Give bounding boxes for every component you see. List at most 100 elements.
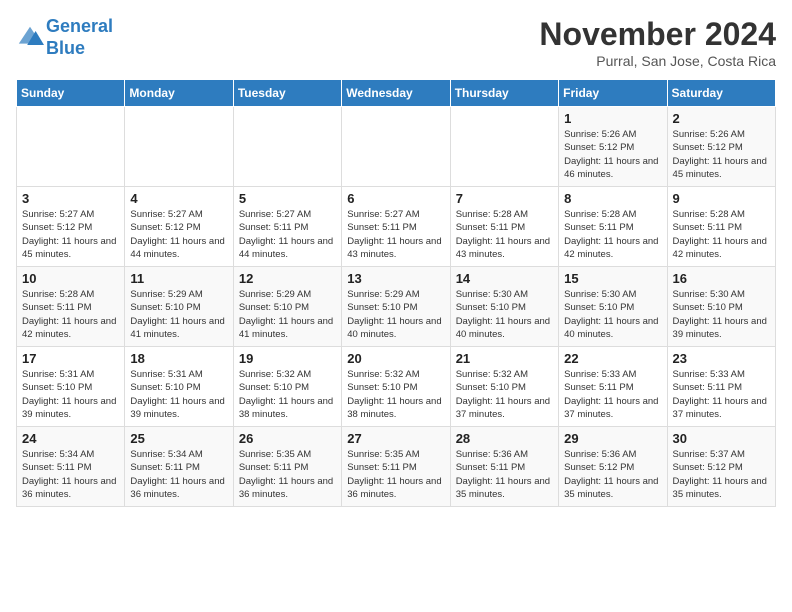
calendar-cell: 9 Sunrise: 5:28 AM Sunset: 5:11 PM Daylig… xyxy=(667,187,775,267)
day-info: Sunrise: 5:32 AM Sunset: 5:10 PM Dayligh… xyxy=(456,368,553,421)
day-number: 18 xyxy=(130,351,227,366)
day-info: Sunrise: 5:27 AM Sunset: 5:11 PM Dayligh… xyxy=(347,208,444,261)
calendar-cell: 27 Sunrise: 5:35 AM Sunset: 5:11 PM Dayli… xyxy=(342,427,450,507)
calendar-cell xyxy=(17,107,125,187)
calendar-cell xyxy=(233,107,341,187)
calendar-cell: 14 Sunrise: 5:30 AM Sunset: 5:10 PM Dayli… xyxy=(450,267,558,347)
day-number: 12 xyxy=(239,271,336,286)
calendar-cell: 19Sunrise: 5:32 AM Sunset: 5:10 PM Dayli… xyxy=(233,347,341,427)
day-info: Sunrise: 5:33 AM Sunset: 5:11 PM Dayligh… xyxy=(564,368,661,421)
day-number: 22 xyxy=(564,351,661,366)
calendar-header-row: SundayMondayTuesdayWednesdayThursdayFrid… xyxy=(17,80,776,107)
calendar-cell: 17Sunrise: 5:31 AM Sunset: 5:10 PM Dayli… xyxy=(17,347,125,427)
logo-line2: Blue xyxy=(46,38,85,58)
day-number: 21 xyxy=(456,351,553,366)
day-number: 11 xyxy=(130,271,227,286)
calendar-cell: 28 Sunrise: 5:36 AM Sunset: 5:11 PM Dayli… xyxy=(450,427,558,507)
calendar-cell: 7 Sunrise: 5:28 AM Sunset: 5:11 PM Daylig… xyxy=(450,187,558,267)
day-info: Sunrise: 5:35 AM Sunset: 5:11 PM Dayligh… xyxy=(347,448,444,501)
day-number: 14 xyxy=(456,271,553,286)
day-info: Sunrise: 5:28 AM Sunset: 5:11 PM Dayligh… xyxy=(564,208,661,261)
calendar-cell: 24 Sunrise: 5:34 AM Sunset: 5:11 PM Dayli… xyxy=(17,427,125,507)
day-number: 5 xyxy=(239,191,336,206)
day-number: 30 xyxy=(673,431,770,446)
week-row-2: 3 Sunrise: 5:27 AM Sunset: 5:12 PM Daylig… xyxy=(17,187,776,267)
calendar-cell: 11 Sunrise: 5:29 AM Sunset: 5:10 PM Dayli… xyxy=(125,267,233,347)
day-header-saturday: Saturday xyxy=(667,80,775,107)
page-header: General Blue November 2024 Purral, San J… xyxy=(16,16,776,69)
location-subtitle: Purral, San Jose, Costa Rica xyxy=(539,53,776,69)
day-info: Sunrise: 5:32 AM Sunset: 5:10 PM Dayligh… xyxy=(347,368,444,421)
day-info: Sunrise: 5:30 AM Sunset: 5:10 PM Dayligh… xyxy=(564,288,661,341)
day-info: Sunrise: 5:27 AM Sunset: 5:12 PM Dayligh… xyxy=(22,208,119,261)
day-info: Sunrise: 5:28 AM Sunset: 5:11 PM Dayligh… xyxy=(673,208,770,261)
day-number: 27 xyxy=(347,431,444,446)
logo-icon xyxy=(16,24,44,52)
calendar-cell: 13 Sunrise: 5:29 AM Sunset: 5:10 PM Dayli… xyxy=(342,267,450,347)
day-info: Sunrise: 5:30 AM Sunset: 5:10 PM Dayligh… xyxy=(456,288,553,341)
calendar-cell: 10Sunrise: 5:28 AM Sunset: 5:11 PM Dayli… xyxy=(17,267,125,347)
day-number: 28 xyxy=(456,431,553,446)
day-info: Sunrise: 5:36 AM Sunset: 5:11 PM Dayligh… xyxy=(456,448,553,501)
calendar-cell: 15 Sunrise: 5:30 AM Sunset: 5:10 PM Dayli… xyxy=(559,267,667,347)
calendar-cell: 29 Sunrise: 5:36 AM Sunset: 5:12 PM Dayli… xyxy=(559,427,667,507)
day-number: 17 xyxy=(22,351,119,366)
month-title: November 2024 xyxy=(539,16,776,53)
day-number: 16 xyxy=(673,271,770,286)
calendar-table: SundayMondayTuesdayWednesdayThursdayFrid… xyxy=(16,79,776,507)
calendar-cell: 23Sunrise: 5:33 AM Sunset: 5:11 PM Dayli… xyxy=(667,347,775,427)
day-info: Sunrise: 5:32 AM Sunset: 5:10 PM Dayligh… xyxy=(239,368,336,421)
calendar-cell xyxy=(125,107,233,187)
day-number: 15 xyxy=(564,271,661,286)
calendar-cell: 4 Sunrise: 5:27 AM Sunset: 5:12 PM Daylig… xyxy=(125,187,233,267)
day-info: Sunrise: 5:29 AM Sunset: 5:10 PM Dayligh… xyxy=(347,288,444,341)
day-info: Sunrise: 5:31 AM Sunset: 5:10 PM Dayligh… xyxy=(130,368,227,421)
day-header-friday: Friday xyxy=(559,80,667,107)
calendar-cell: 6 Sunrise: 5:27 AM Sunset: 5:11 PM Daylig… xyxy=(342,187,450,267)
day-info: Sunrise: 5:35 AM Sunset: 5:11 PM Dayligh… xyxy=(239,448,336,501)
day-info: Sunrise: 5:26 AM Sunset: 5:12 PM Dayligh… xyxy=(673,128,770,181)
title-block: November 2024 Purral, San Jose, Costa Ri… xyxy=(539,16,776,69)
day-info: Sunrise: 5:34 AM Sunset: 5:11 PM Dayligh… xyxy=(130,448,227,501)
logo: General Blue xyxy=(16,16,113,59)
week-row-4: 17 Sunrise: 5:31 AM Sunset: 5:10 PM Dayli… xyxy=(17,347,776,427)
day-number: 4 xyxy=(130,191,227,206)
week-row-1: 1Sunrise: 5:26 AM Sunset: 5:12 PM Daylig… xyxy=(17,107,776,187)
calendar-cell: 5Sunrise: 5:27 AM Sunset: 5:11 PM Daylig… xyxy=(233,187,341,267)
day-info: Sunrise: 5:29 AM Sunset: 5:10 PM Dayligh… xyxy=(130,288,227,341)
day-header-thursday: Thursday xyxy=(450,80,558,107)
week-row-5: 24 Sunrise: 5:34 AM Sunset: 5:11 PM Dayli… xyxy=(17,427,776,507)
calendar-cell: 2 Sunrise: 5:26 AM Sunset: 5:12 PM Daylig… xyxy=(667,107,775,187)
day-info: Sunrise: 5:36 AM Sunset: 5:12 PM Dayligh… xyxy=(564,448,661,501)
calendar-cell xyxy=(342,107,450,187)
day-number: 7 xyxy=(456,191,553,206)
day-info: Sunrise: 5:37 AM Sunset: 5:12 PM Dayligh… xyxy=(673,448,770,501)
day-number: 10 xyxy=(22,271,119,286)
calendar-cell: 26 Sunrise: 5:35 AM Sunset: 5:11 PM Dayli… xyxy=(233,427,341,507)
day-number: 26 xyxy=(239,431,336,446)
day-number: 2 xyxy=(673,111,770,126)
day-number: 6 xyxy=(347,191,444,206)
day-number: 23 xyxy=(673,351,770,366)
calendar-cell: 25Sunrise: 5:34 AM Sunset: 5:11 PM Dayli… xyxy=(125,427,233,507)
day-number: 24 xyxy=(22,431,119,446)
logo-line1: General xyxy=(46,16,113,36)
day-number: 3 xyxy=(22,191,119,206)
day-info: Sunrise: 5:34 AM Sunset: 5:11 PM Dayligh… xyxy=(22,448,119,501)
day-info: Sunrise: 5:30 AM Sunset: 5:10 PM Dayligh… xyxy=(673,288,770,341)
calendar-cell xyxy=(450,107,558,187)
day-number: 8 xyxy=(564,191,661,206)
calendar-cell: 12 Sunrise: 5:29 AM Sunset: 5:10 PM Dayli… xyxy=(233,267,341,347)
day-header-sunday: Sunday xyxy=(17,80,125,107)
day-info: Sunrise: 5:28 AM Sunset: 5:11 PM Dayligh… xyxy=(456,208,553,261)
calendar-cell: 20Sunrise: 5:32 AM Sunset: 5:10 PM Dayli… xyxy=(342,347,450,427)
day-number: 9 xyxy=(673,191,770,206)
calendar-cell: 22 Sunrise: 5:33 AM Sunset: 5:11 PM Dayli… xyxy=(559,347,667,427)
day-info: Sunrise: 5:27 AM Sunset: 5:12 PM Dayligh… xyxy=(130,208,227,261)
day-number: 13 xyxy=(347,271,444,286)
calendar-cell: 18 Sunrise: 5:31 AM Sunset: 5:10 PM Dayli… xyxy=(125,347,233,427)
day-number: 29 xyxy=(564,431,661,446)
day-info: Sunrise: 5:29 AM Sunset: 5:10 PM Dayligh… xyxy=(239,288,336,341)
logo-text: General Blue xyxy=(46,16,113,59)
day-info: Sunrise: 5:26 AM Sunset: 5:12 PM Dayligh… xyxy=(564,128,661,181)
